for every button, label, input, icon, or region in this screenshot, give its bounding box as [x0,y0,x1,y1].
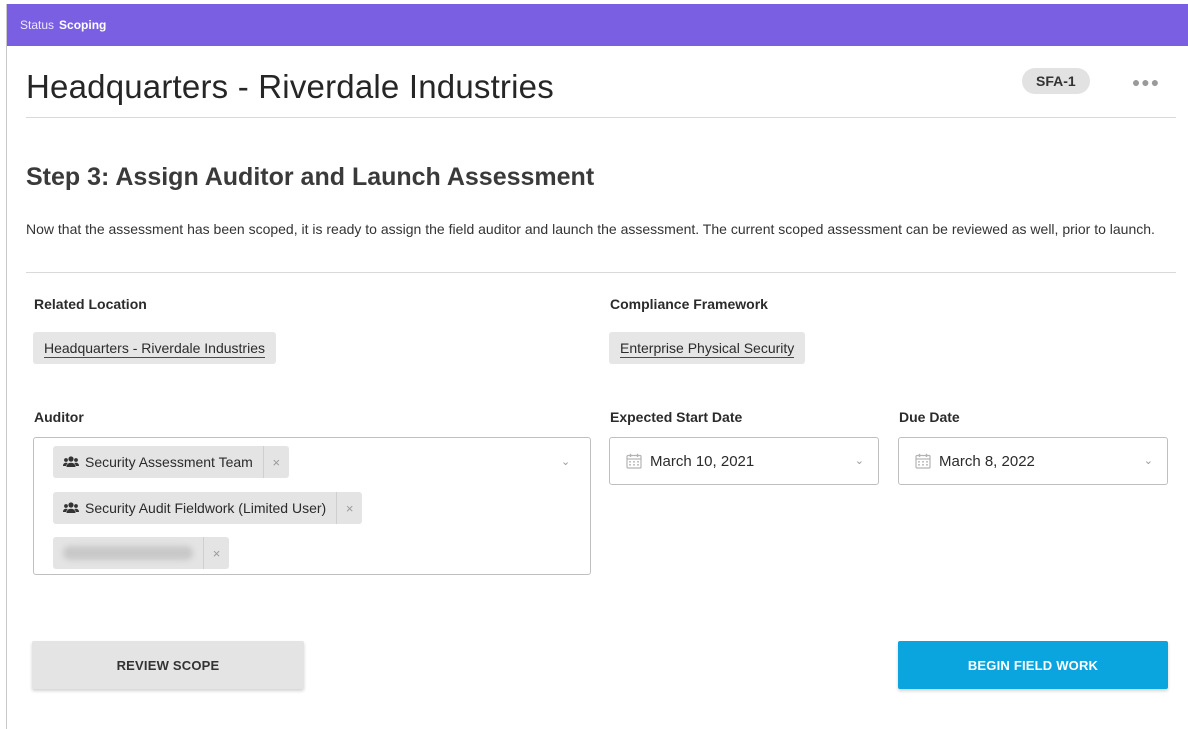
remove-icon[interactable]: × [262,446,289,478]
page-title: Headquarters - Riverdale Industries [26,68,554,105]
status-label: Status [20,18,55,32]
chevron-down-icon[interactable]: ⌄ [1144,454,1153,467]
related-location-link[interactable]: Headquarters - Riverdale Industries [33,332,276,364]
remove-icon[interactable]: × [336,492,362,524]
step-title: Step 3: Assign Auditor and Launch Assess… [26,163,595,191]
auditor-tag: Security Audit Fieldwork (Limited User) … [53,492,363,524]
review-scope-button[interactable]: REVIEW SCOPE [32,641,304,689]
compliance-framework-value: Enterprise Physical Security [620,339,795,358]
users-icon [53,456,85,468]
due-date-picker[interactable]: March 8, 2022 ⌄ [898,437,1168,485]
assessment-form: Status Scoping Headquarters - Riverdale … [6,4,1188,729]
remove-icon[interactable]: × [203,537,229,569]
users-icon [53,502,85,514]
due-date-value: March 8, 2022 [939,452,1035,470]
compliance-framework-link[interactable]: Enterprise Physical Security [609,332,806,364]
ellipsis-icon[interactable]: ●●● [1128,72,1164,92]
redacted-name [63,546,193,560]
auditor-multiselect[interactable]: Security Assessment Team × Security Audi… [33,437,591,575]
auditor-tag-label: Security Assessment Team [85,454,253,470]
start-date-value: March 10, 2021 [650,452,755,470]
step-description: Now that the assessment has been scoped,… [26,221,1155,237]
auditor-label: Auditor [34,409,84,425]
due-date-label: Due Date [899,409,960,425]
related-location-value: Headquarters - Riverdale Industries [44,339,265,358]
chevron-down-icon[interactable]: ⌄ [561,455,570,468]
status-bar: Status Scoping [7,4,1188,46]
related-location-label: Related Location [34,296,147,312]
auditor-tag: Security Assessment Team × [53,446,289,478]
calendar-icon [915,453,931,469]
chevron-down-icon[interactable]: ⌄ [855,454,864,467]
calendar-icon [626,453,642,469]
record-header: Headquarters - Riverdale Industries SFA-… [26,68,1176,118]
start-date-label: Expected Start Date [610,409,743,425]
status-value: Scoping [59,18,107,32]
record-id-badge: SFA-1 [1022,68,1090,94]
begin-field-work-button[interactable]: BEGIN FIELD WORK [898,641,1168,689]
auditor-tag-redacted: × [53,537,229,569]
start-date-picker[interactable]: March 10, 2021 ⌄ [609,437,879,485]
divider [26,272,1176,273]
auditor-tag-label: Security Audit Fieldwork (Limited User) [85,500,327,516]
compliance-framework-label: Compliance Framework [610,296,768,312]
